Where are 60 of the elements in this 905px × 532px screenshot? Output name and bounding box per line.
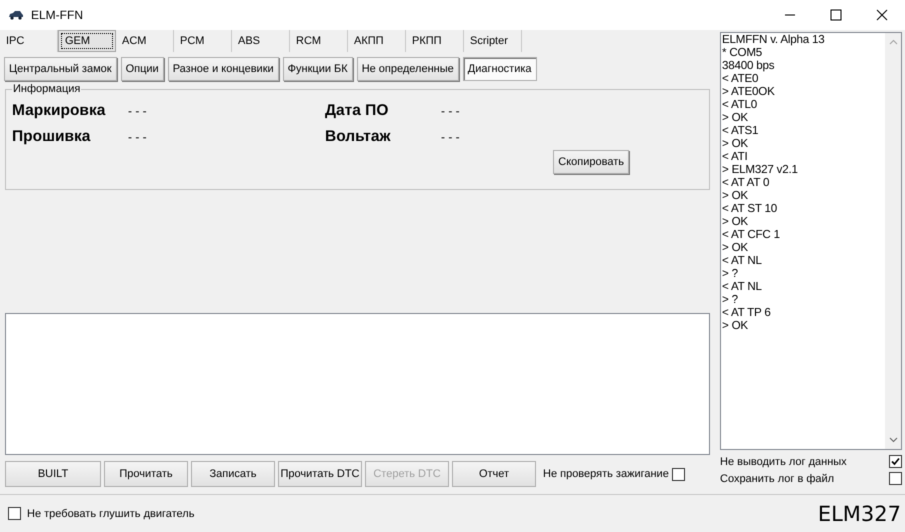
checkbox[interactable] [8, 507, 21, 520]
scrollbar[interactable] [885, 33, 901, 449]
field-value: - - - [128, 130, 148, 144]
checkbox-label: Не требовать глушить двигатель [27, 508, 194, 520]
log-line: < AT CFC 1 [722, 228, 781, 241]
log-line: > ATE0OK [722, 85, 776, 98]
log-line: 38400 bps [722, 59, 776, 72]
log-line: ELMFFN v. Alpha 13 [722, 33, 826, 46]
subtab[interactable]: Опции [120, 57, 164, 81]
car-icon [8, 10, 24, 20]
field-label: Дата ПО [325, 102, 390, 120]
close-icon[interactable] [876, 9, 888, 21]
window-title: ELM-FFN [31, 8, 83, 22]
log-line: > ? [722, 293, 739, 306]
copy-button[interactable]: Скопировать [553, 150, 629, 174]
action-button[interactable]: Записать [191, 461, 275, 487]
log-line: > OK [722, 111, 749, 124]
log-line: > ELM327 v2.1 [722, 163, 799, 176]
log-line: < ATE0 [722, 72, 760, 85]
subtab[interactable]: Разное и концевики [168, 57, 279, 81]
log-line: > OK [722, 319, 749, 332]
scroll-down-icon[interactable] [888, 437, 898, 443]
field-label: Маркировка [12, 102, 106, 120]
field-label: Вольтаж [325, 128, 392, 146]
checkbox[interactable] [889, 455, 902, 468]
action-button[interactable]: BUILT [5, 461, 101, 487]
subtab[interactable]: Не определенные [356, 57, 459, 81]
action-button[interactable]: Отчет [452, 461, 536, 487]
action-button[interactable]: Прочитать [104, 461, 188, 487]
subtab[interactable]: Диагностика [462, 57, 537, 81]
log-line: < ATS1 [722, 124, 760, 137]
action-button[interactable]: Прочитать DTC [278, 461, 362, 487]
subtab[interactable]: Центральный замок [4, 57, 117, 81]
log-line: > ? [722, 267, 739, 280]
checkbox[interactable] [672, 468, 685, 480]
checkbox[interactable] [889, 472, 902, 485]
log-line: < AT TP 6 [722, 306, 772, 319]
checkbox-label: Не проверять зажигание [543, 468, 669, 480]
log-line: > OK [722, 241, 749, 254]
log-line: > OK [722, 189, 748, 202]
log-line: < AT NL [722, 254, 763, 267]
log-line: < AT NL [722, 280, 763, 293]
checkbox-label: Не выводить лог данных [720, 456, 847, 468]
group-title: Информация [12, 83, 82, 95]
checkbox-label: Сохранить лог в файл [720, 472, 834, 484]
field-value: - - - [128, 104, 148, 118]
field-label: Прошивка [12, 128, 92, 146]
maximize-icon[interactable] [830, 9, 842, 21]
log-line: * COM5 [722, 46, 764, 59]
log-line: > OK [722, 137, 749, 150]
adapter-name: ELM327 [818, 502, 901, 526]
field-value: - - - [441, 104, 461, 118]
log-line: < AT AT 0 [722, 176, 770, 189]
log-line: < ATI [722, 150, 749, 163]
field-value: - - - [441, 130, 461, 144]
subtab[interactable]: Функции БК [282, 57, 353, 81]
log-line: > OK [722, 215, 748, 228]
log-line: < ATL0 [722, 98, 758, 111]
tab[interactable]: GEM [58, 30, 116, 52]
log-line: < AT ST 10 [722, 202, 778, 215]
